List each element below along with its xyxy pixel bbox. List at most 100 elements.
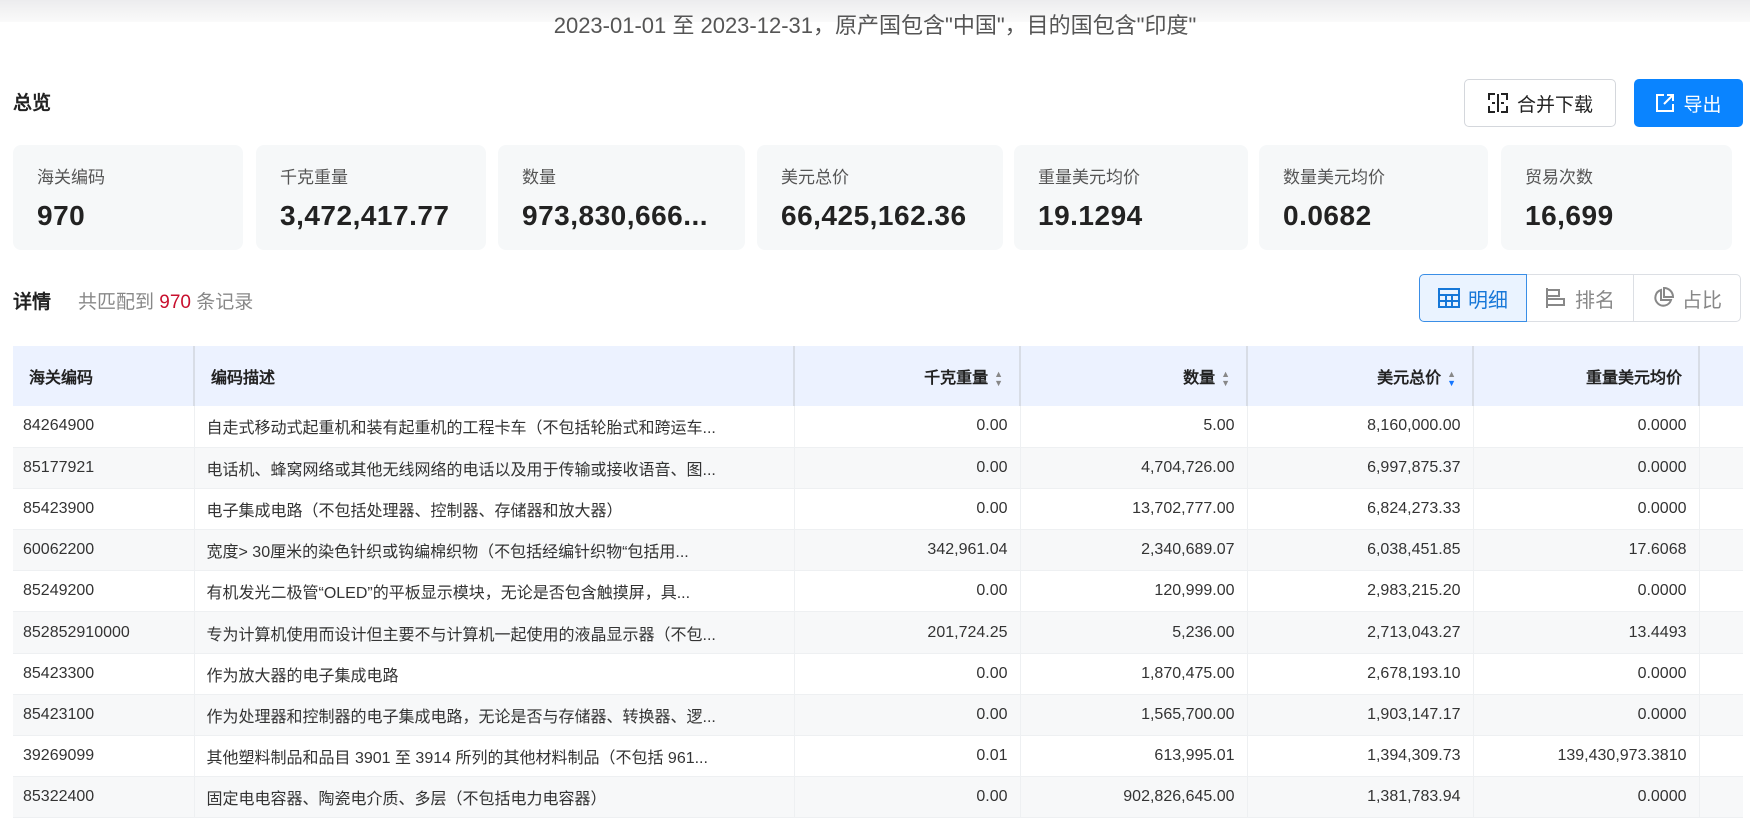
hs-code-cell: 85423900 [13, 488, 195, 531]
column-header-usd-per-kg[interactable]: 重量美元均价 [1473, 346, 1700, 406]
stat-value: 3,472,417.77 [280, 200, 450, 231]
record-count: 共匹配到 970 条记录 [78, 287, 253, 314]
table-row[interactable]: 84264900 自走式移动式起重机和装有起重机的工程卡车（不包括轮胎式和跨运车.… [13, 406, 1743, 448]
export-button[interactable]: 导出 [1634, 79, 1743, 127]
weight-cell: 0.00 [794, 653, 1021, 695]
pie-icon [1654, 287, 1674, 307]
total-usd-cell: 2,678,193.10 [1247, 653, 1474, 695]
tab-label: 明细 [1468, 289, 1508, 312]
table-row[interactable]: 85423100 作为处理器和控制器的电子集成电路，无论是否与存储器、转换器、逻.… [13, 694, 1743, 737]
sort-icon[interactable]: ▲ ▼ [994, 369, 1003, 388]
description-cell: 专为计算机使用而设计但主要不与计算机一起使用的液晶显示器（不包... [194, 611, 795, 654]
stat-value: 973,830,666... [522, 200, 709, 231]
table-row[interactable]: 85423900 电子集成电路（不包括处理器、控制器、存储器和放大器） 0.00 13… [13, 488, 1743, 531]
total-usd-cell: 6,997,875.37 [1247, 447, 1474, 489]
table-row[interactable]: 852852910000 专为计算机使用而设计但主要不与计算机一起使用的液晶显示器… [13, 611, 1743, 654]
usd-per-kg-cell: 0.0000 [1473, 776, 1700, 818]
weight-cell: 0.00 [794, 694, 1021, 737]
table-row[interactable]: 85322400 固定电电容器、陶瓷电介质、多层（不包括电力电容器） 0.00 902… [13, 776, 1743, 818]
bar-rank-icon [1546, 288, 1565, 308]
table-row[interactable]: 85423300 作为放大器的电子集成电路 0.00 1,870,475.00 2,67… [13, 653, 1743, 695]
description-cell: 电子集成电路（不包括处理器、控制器、存储器和放大器） [194, 488, 795, 531]
usd-per-kg-cell: 139,430,973.3810 [1473, 735, 1700, 778]
view-switcher: 明细 排名 占比 [1419, 274, 1741, 322]
tab-label: 占比 [1682, 289, 1722, 312]
merge-download-label: 合并下载 [1516, 94, 1593, 116]
header-label: 千克重量 [924, 370, 989, 387]
stat-label: 贸易次数 [1525, 168, 1593, 187]
table-row[interactable]: 39269099 其他塑料制品和品目 3901 至 3914 所列的其他材料制品（… [13, 735, 1743, 778]
total-usd-cell: 1,903,147.17 [1247, 694, 1474, 737]
stat-value: 16,699 [1525, 200, 1614, 231]
quantity-cell: 120,999.00 [1020, 570, 1248, 613]
stat-card: 贸易次数 16,699 [1501, 145, 1732, 250]
stat-label: 千克重量 [280, 168, 348, 187]
total-usd-cell: 1,394,309.73 [1247, 735, 1474, 778]
details-title: 详情 [13, 292, 52, 313]
hs-code-cell: 84264900 [13, 406, 195, 448]
description-cell: 自走式移动式起重机和装有起重机的工程卡车（不包括轮胎式和跨运车... [194, 406, 795, 448]
total-usd-cell: 8,160,000.00 [1247, 406, 1474, 448]
stat-value: 0.0682 [1283, 200, 1372, 231]
hs-code-cell: 60062200 [13, 529, 195, 572]
table-icon [1438, 288, 1460, 308]
count-prefix: 共匹配到 [78, 292, 155, 313]
query-summary: 2023-01-01 至 2023-12-31，原产国包含"中国"，目的国包含"… [553, 13, 1197, 38]
column-header-weight-kg[interactable]: 千克重量 ▲ ▼ [794, 346, 1021, 406]
usd-per-kg-cell: 0.0000 [1473, 447, 1700, 489]
stat-label: 重量美元均价 [1038, 168, 1140, 187]
stat-value: 66,425,162.36 [781, 200, 967, 231]
sort-icon[interactable]: ▲ ▼ [1221, 369, 1230, 388]
extra-cell [1699, 570, 1743, 613]
hs-code-cell: 85423300 [13, 653, 195, 695]
quantity-cell: 5.00 [1020, 406, 1248, 448]
weight-cell: 0.00 [794, 406, 1021, 448]
quantity-cell: 4,704,726.00 [1020, 447, 1248, 489]
table-row[interactable]: 85177921 电话机、蜂窝网络或其他无线网络的电话以及用于传输或接收语音、图.… [13, 447, 1743, 489]
stat-card: 重量美元均价 19.1294 [1014, 145, 1248, 250]
usd-per-kg-cell: 17.6068 [1473, 529, 1700, 572]
stat-label: 数量 [522, 168, 556, 187]
description-cell: 其他塑料制品和品目 3901 至 3914 所列的其他材料制品（不包括 961.… [194, 735, 795, 778]
total-usd-cell: 2,713,043.27 [1247, 611, 1474, 654]
extra-cell [1699, 653, 1743, 695]
extra-cell [1699, 735, 1743, 778]
header-label: 数量 [1183, 370, 1216, 387]
header-label: 美元总价 [1377, 370, 1442, 387]
usd-per-kg-cell: 0.0000 [1473, 694, 1700, 737]
stat-label: 海关编码 [37, 168, 105, 187]
weight-cell: 0.00 [794, 488, 1021, 531]
usd-per-kg-cell: 13.4493 [1473, 611, 1700, 654]
extra-cell [1699, 776, 1743, 818]
quantity-cell: 613,995.01 [1020, 735, 1248, 778]
description-cell: 电话机、蜂窝网络或其他无线网络的电话以及用于传输或接收语音、图... [194, 447, 795, 489]
tab-detail[interactable]: 明细 [1419, 274, 1527, 322]
weight-cell: 0.00 [794, 447, 1021, 489]
data-table: 海关编码 编码描述 千克重量 ▲ ▼ 数量 ▲ ▼ 美元总价 ▲ ▼ 重量美元均价 8426… [13, 346, 1743, 818]
tab-ranking[interactable]: 排名 [1526, 274, 1634, 322]
external-link-icon [1656, 94, 1675, 112]
extra-cell [1699, 611, 1743, 654]
merge-download-button[interactable]: 合并下载 [1464, 79, 1616, 127]
extra-cell [1699, 488, 1743, 531]
stat-value: 19.1294 [1038, 200, 1143, 231]
column-header-hs-code[interactable]: 海关编码 [13, 346, 195, 406]
extra-cell [1699, 406, 1743, 448]
column-header-description[interactable]: 编码描述 [194, 346, 795, 406]
usd-per-kg-cell: 0.0000 [1473, 406, 1700, 448]
hs-code-cell: 85249200 [13, 570, 195, 613]
extra-cell [1699, 447, 1743, 489]
tab-share[interactable]: 占比 [1633, 274, 1741, 322]
weight-cell: 201,724.25 [794, 611, 1021, 654]
column-header-total-usd[interactable]: 美元总价 ▲ ▼ [1247, 346, 1474, 406]
table-row[interactable]: 60062200 宽度> 30厘米的染色针织或钩编棉织物（不包括经编针织物“包括用… [13, 529, 1743, 572]
column-header-quantity[interactable]: 数量 ▲ ▼ [1020, 346, 1248, 406]
sort-desc-icon[interactable]: ▲ ▼ [1447, 369, 1456, 388]
hs-code-cell: 39269099 [13, 735, 195, 778]
quantity-cell: 1,870,475.00 [1020, 653, 1248, 695]
extra-cell [1699, 529, 1743, 572]
total-usd-cell: 6,038,451.85 [1247, 529, 1474, 572]
table-row[interactable]: 85249200 有机发光二极管“OLED”的平板显示模块，无论是否包含触摸屏，具… [13, 570, 1743, 613]
tab-label: 排名 [1575, 289, 1615, 312]
total-usd-cell: 2,983,215.20 [1247, 570, 1474, 613]
